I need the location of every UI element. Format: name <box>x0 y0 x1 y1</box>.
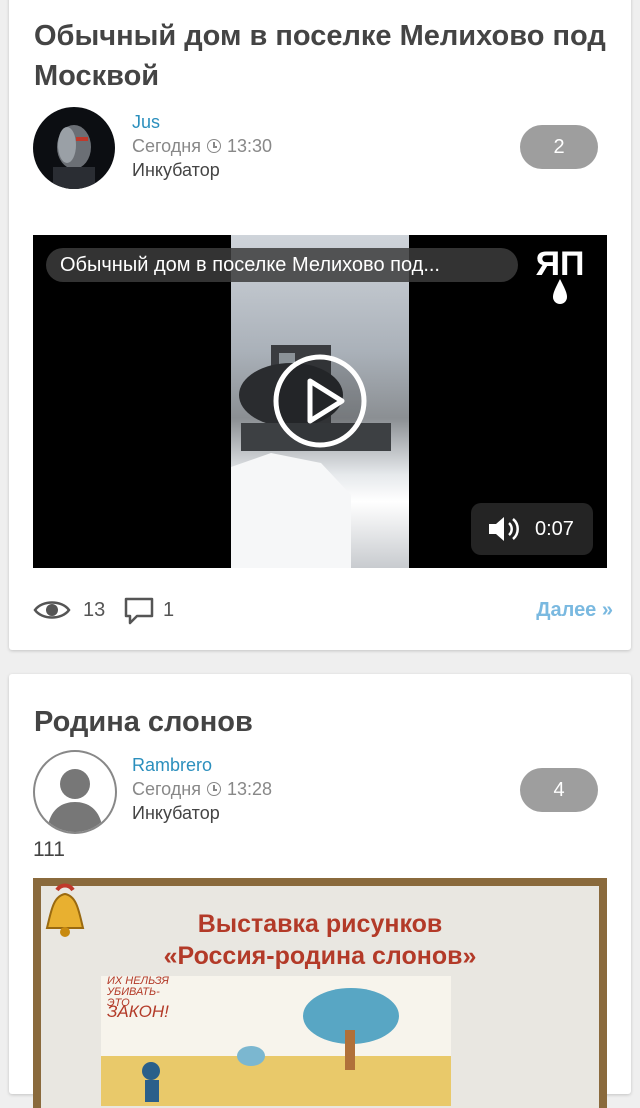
post-title[interactable]: Родина слонов <box>34 702 614 742</box>
post-date: Сегодня <box>132 779 201 799</box>
post-card: Родина слонов Rambrero Сегодня 13:28 Инку… <box>9 674 631 1108</box>
volume-icon[interactable] <box>487 514 521 544</box>
post-title[interactable]: Обычный дом в поселке Мелихово под Москв… <box>34 16 614 96</box>
post-meta: Jus Сегодня 13:30 Инкубатор <box>132 110 272 182</box>
rating-badge[interactable]: 2 <box>520 125 598 169</box>
svg-text:ЯП: ЯП <box>536 245 585 283</box>
post-datetime: Сегодня 13:30 <box>132 134 272 158</box>
post-meta: Rambrero Сегодня 13:28 Инкубатор <box>132 753 272 825</box>
post-time: 13:30 <box>227 136 273 156</box>
play-icon[interactable] <box>272 353 368 449</box>
clock-icon <box>207 139 221 153</box>
post-datetime: Сегодня 13:28 <box>132 777 272 801</box>
author-name[interactable]: Jus <box>132 110 272 134</box>
author-avatar[interactable] <box>33 107 115 189</box>
author-avatar[interactable] <box>33 750 117 834</box>
site-logo: ЯП <box>527 245 593 305</box>
poster-board: Выставка рисунков «Россия-родина слонов»… <box>41 883 599 1108</box>
eye-icon <box>33 601 71 619</box>
views-count: 13 <box>83 599 106 621</box>
read-more-link[interactable]: Далее » <box>536 592 613 628</box>
post-category[interactable]: Инкубатор <box>132 158 272 182</box>
video-duration: 0:07 <box>535 518 574 540</box>
post-image[interactable]: Выставка рисунков «Россия-родина слонов»… <box>33 878 607 1108</box>
poster-subheading: «Россия-родина слонов» <box>163 942 477 970</box>
comment-bubble-icon[interactable] <box>123 596 155 626</box>
author-name[interactable]: Rambrero <box>132 753 272 777</box>
post-time: 13:28 <box>227 779 273 799</box>
post-card: Обычный дом в поселке Мелихово под Москв… <box>9 0 631 650</box>
video-player[interactable]: Обычный дом в поселке Мелихово под... ЯП… <box>33 235 607 568</box>
post-date: Сегодня <box>132 136 201 156</box>
clock-icon <box>207 782 221 796</box>
comments-count[interactable]: 1 <box>163 592 174 628</box>
post-category[interactable]: Инкубатор <box>132 801 272 825</box>
poster-heading: Выставка рисунков <box>197 910 443 938</box>
post-stats: 13 1 Далее » <box>33 592 613 628</box>
video-duration-panel[interactable]: 0:07 <box>471 503 593 555</box>
video-title[interactable]: Обычный дом в поселке Мелихово под... <box>46 248 518 282</box>
rating-badge[interactable]: 4 <box>520 768 598 812</box>
drawing-caption-2: ЗАКОН! <box>107 1002 169 1021</box>
post-excerpt: 111 <box>33 838 65 861</box>
